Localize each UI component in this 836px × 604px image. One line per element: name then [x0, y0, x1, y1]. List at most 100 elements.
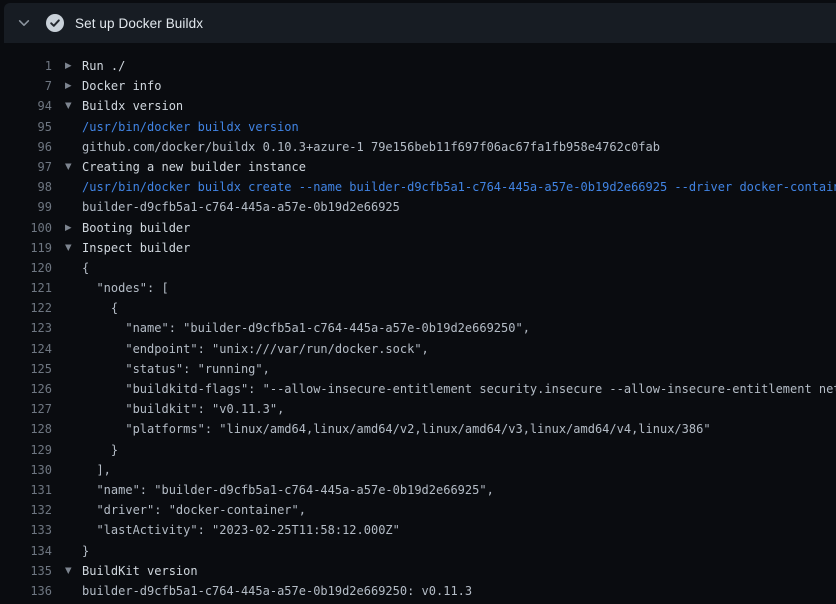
line-number[interactable]: 129 — [0, 440, 52, 460]
group-expanded-arrow-icon[interactable]: ▼ — [52, 157, 82, 177]
line-number[interactable]: 123 — [0, 318, 52, 338]
log-line-row: 130 ], — [0, 460, 836, 480]
log-line-row: 96 github.com/docker/buildx 0.10.3+azure-… — [0, 137, 836, 157]
line-number[interactable]: 96 — [0, 137, 52, 157]
line-number[interactable]: 125 — [0, 359, 52, 379]
line-number[interactable]: 124 — [0, 339, 52, 359]
log-text: } — [82, 440, 836, 460]
log-group-row[interactable]: 1▶Run ./ — [0, 56, 836, 76]
log-text: github.com/docker/buildx 0.10.3+azure-1 … — [82, 137, 836, 157]
group-expanded-arrow-icon[interactable]: ▼ — [52, 96, 82, 116]
log-line-row: 120{ — [0, 258, 836, 278]
gutter-spacer — [52, 177, 82, 197]
log-viewer: Set up Docker Buildx 1▶Run ./7▶Docker in… — [0, 3, 836, 601]
line-number[interactable]: 126 — [0, 379, 52, 399]
log-group-row[interactable]: 100▶Booting builder — [0, 218, 836, 238]
log-text: "buildkitd-flags": "--allow-insecure-ent… — [82, 379, 836, 399]
log-line-row: 123 "name": "builder-d9cfb5a1-c764-445a-… — [0, 318, 836, 338]
gutter-spacer — [52, 399, 82, 419]
line-number[interactable]: 130 — [0, 460, 52, 480]
log-group-row[interactable]: 119▼Inspect builder — [0, 238, 836, 258]
line-number[interactable]: 128 — [0, 419, 52, 439]
log-text: { — [82, 298, 836, 318]
log-text: "name": "builder-d9cfb5a1-c764-445a-a57e… — [82, 480, 836, 500]
line-number[interactable]: 131 — [0, 480, 52, 500]
line-number[interactable]: 120 — [0, 258, 52, 278]
line-number[interactable]: 134 — [0, 541, 52, 561]
group-collapsed-arrow-icon[interactable]: ▶ — [52, 218, 82, 238]
log-group-row[interactable]: 7▶Docker info — [0, 76, 836, 96]
log-text: Booting builder — [82, 218, 836, 238]
line-number[interactable]: 133 — [0, 520, 52, 540]
step-title: Set up Docker Buildx — [75, 16, 203, 31]
log-text: "buildkit": "v0.11.3", — [82, 399, 836, 419]
group-expanded-arrow-icon[interactable]: ▼ — [52, 561, 82, 581]
line-number[interactable]: 100 — [0, 218, 52, 238]
log-text: Inspect builder — [82, 238, 836, 258]
chevron-down-icon[interactable] — [16, 15, 32, 31]
line-number[interactable]: 98 — [0, 177, 52, 197]
log-line-row: 127 "buildkit": "v0.11.3", — [0, 399, 836, 419]
log-group-row[interactable]: 135▼BuildKit version — [0, 561, 836, 581]
log-group-row[interactable]: 94▼Buildx version — [0, 96, 836, 116]
line-number[interactable]: 122 — [0, 298, 52, 318]
line-number[interactable]: 95 — [0, 117, 52, 137]
log-line-row: 128 "platforms": "linux/amd64,linux/amd6… — [0, 419, 836, 439]
gutter-spacer — [52, 197, 82, 217]
line-number[interactable]: 132 — [0, 500, 52, 520]
gutter-spacer — [52, 278, 82, 298]
log-text: "driver": "docker-container", — [82, 500, 836, 520]
line-number[interactable]: 135 — [0, 561, 52, 581]
log-line-row: 95/usr/bin/docker buildx version — [0, 117, 836, 137]
gutter-spacer — [52, 298, 82, 318]
line-number[interactable]: 1 — [0, 56, 52, 76]
group-collapsed-arrow-icon[interactable]: ▶ — [52, 56, 82, 76]
log-command-text: /usr/bin/docker buildx version — [82, 117, 836, 137]
log-text: Buildx version — [82, 96, 836, 116]
line-number[interactable]: 119 — [0, 238, 52, 258]
log-text: BuildKit version — [82, 561, 836, 581]
log-text: "status": "running", — [82, 359, 836, 379]
gutter-spacer — [52, 480, 82, 500]
line-number[interactable]: 97 — [0, 157, 52, 177]
log-text: "lastActivity": "2023-02-25T11:58:12.000… — [82, 520, 836, 540]
log-line-row: 131 "name": "builder-d9cfb5a1-c764-445a-… — [0, 480, 836, 500]
log-line-row: 98/usr/bin/docker buildx create --name b… — [0, 177, 836, 197]
group-collapsed-arrow-icon[interactable]: ▶ — [52, 76, 82, 96]
log-text: Creating a new builder instance — [82, 157, 836, 177]
check-circle-icon — [46, 14, 64, 32]
gutter-spacer — [52, 581, 82, 601]
gutter-spacer — [52, 440, 82, 460]
log-text: "platforms": "linux/amd64,linux/amd64/v2… — [82, 419, 836, 439]
gutter-spacer — [52, 359, 82, 379]
step-header[interactable]: Set up Docker Buildx — [4, 3, 836, 43]
line-number[interactable]: 99 — [0, 197, 52, 217]
log-line-row: 124 "endpoint": "unix:///var/run/docker.… — [0, 339, 836, 359]
gutter-spacer — [52, 419, 82, 439]
log-line-row: 122 { — [0, 298, 836, 318]
gutter-spacer — [52, 520, 82, 540]
log-text: "name": "builder-d9cfb5a1-c764-445a-a57e… — [82, 318, 836, 338]
line-number[interactable]: 136 — [0, 581, 52, 601]
line-number[interactable]: 7 — [0, 76, 52, 96]
line-number[interactable]: 121 — [0, 278, 52, 298]
group-expanded-arrow-icon[interactable]: ▼ — [52, 238, 82, 258]
log-lines: 1▶Run ./7▶Docker info94▼Buildx version95… — [0, 56, 836, 601]
gutter-spacer — [52, 379, 82, 399]
log-text: builder-d9cfb5a1-c764-445a-a57e-0b19d2e6… — [82, 581, 836, 601]
gutter-spacer — [52, 318, 82, 338]
log-command-text: /usr/bin/docker buildx create --name bui… — [82, 177, 836, 197]
gutter-spacer — [52, 460, 82, 480]
log-group-row[interactable]: 97▼Creating a new builder instance — [0, 157, 836, 177]
log-line-row: 136 builder-d9cfb5a1-c764-445a-a57e-0b19d… — [0, 581, 836, 601]
gutter-spacer — [52, 137, 82, 157]
log-line-row: 134} — [0, 541, 836, 561]
log-area: 1▶Run ./7▶Docker info94▼Buildx version95… — [0, 43, 836, 601]
log-text: Docker info — [82, 76, 836, 96]
line-number[interactable]: 127 — [0, 399, 52, 419]
line-number[interactable]: 94 — [0, 96, 52, 116]
log-line-row: 132 "driver": "docker-container", — [0, 500, 836, 520]
log-text: "nodes": [ — [82, 278, 836, 298]
log-line-row: 125 "status": "running", — [0, 359, 836, 379]
log-text: } — [82, 541, 836, 561]
